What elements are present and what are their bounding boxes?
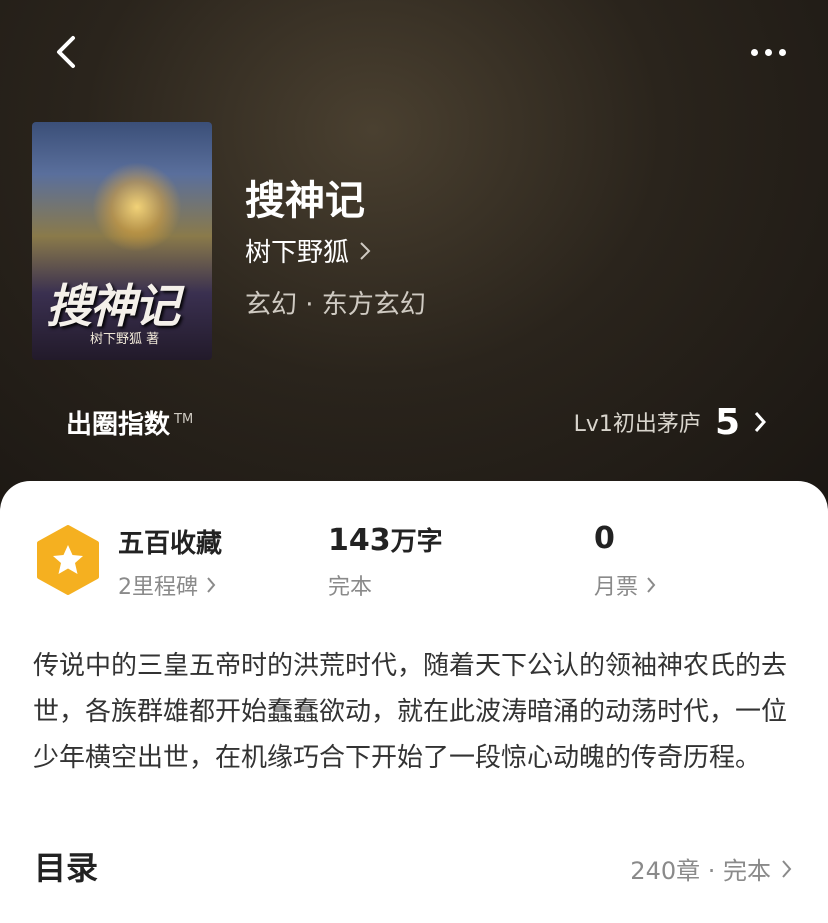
collection-title: 五百收藏 xyxy=(118,529,223,559)
author-link[interactable]: 树下野狐 xyxy=(245,232,371,269)
toc-title: 目录 xyxy=(34,849,99,887)
chevron-right-icon xyxy=(360,241,371,260)
index-label: 出圈指数 xyxy=(66,409,171,440)
cover-author: 树下野狐 著 xyxy=(90,332,160,347)
cover-title: 搜神记 xyxy=(46,279,180,333)
chevron-right-icon xyxy=(207,577,216,593)
cover-art xyxy=(92,162,182,252)
book-cover[interactable]: 搜神记 树下野狐 著 xyxy=(32,122,212,360)
chevron-left-icon xyxy=(57,36,75,68)
word-count-unit: 万字 xyxy=(390,527,443,557)
popularity-index-row[interactable]: 出圈指数 TM Lv1初出茅庐 5 xyxy=(66,400,766,444)
author-name: 树下野狐 xyxy=(245,238,350,268)
milestone-link[interactable]: 2里程碑 xyxy=(118,569,216,601)
completion-status: 完本 xyxy=(328,575,373,600)
index-value: 5 xyxy=(714,401,740,443)
monthly-ticket-count: 0 xyxy=(594,521,615,556)
index-detail-link[interactable]: Lv1初出茅庐 5 xyxy=(574,402,766,443)
book-category: 玄幻 · 东方玄幻 xyxy=(245,290,426,320)
toc-link[interactable]: 240章 · 完本 xyxy=(630,851,792,886)
word-count-number: 143 xyxy=(328,523,391,558)
book-header: 搜神记 树下野狐 著 搜神记 树下野狐 玄幻 · 东方玄幻 出圈指数 TM Lv1… xyxy=(0,0,828,520)
toc-meta: 240章 · 完本 xyxy=(630,857,771,885)
chevron-right-icon xyxy=(647,577,656,593)
word-count: 143万字 xyxy=(328,521,443,558)
monthly-ticket-link[interactable]: 月票 xyxy=(594,569,656,601)
book-synopsis[interactable]: 传说中的三皇五帝时的洪荒时代，随着天下公认的领袖神农氏的去世，各族群雄都开始蠢蠢… xyxy=(33,643,795,781)
star-badge-icon xyxy=(37,525,99,595)
monthly-ticket-label: 月票 xyxy=(594,575,639,600)
more-dots-icon xyxy=(750,48,758,56)
chevron-right-icon xyxy=(782,859,792,878)
milestone-label: 2里程碑 xyxy=(118,575,198,600)
chevron-right-icon xyxy=(754,412,766,432)
back-button[interactable] xyxy=(46,32,86,72)
index-level: Lv1初出茅庐 xyxy=(573,412,701,437)
book-info-panel: 五百收藏 2里程碑 143万字 完本 0 月票 传说中的三皇五帝时的洪荒时代，随… xyxy=(0,481,828,923)
more-button[interactable] xyxy=(744,34,792,70)
tm-mark: TM xyxy=(174,411,194,427)
book-title: 搜神记 xyxy=(245,177,365,224)
